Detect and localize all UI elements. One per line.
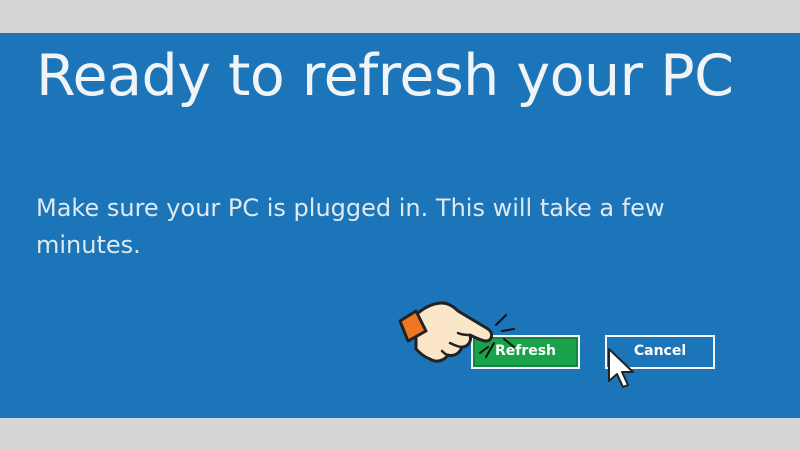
pointing-hand-icon	[398, 301, 515, 363]
mouse-pointer-icon	[608, 348, 634, 388]
refresh-pc-dialog: Ready to refresh your PC Make sure your …	[0, 33, 800, 418]
cancel-button-label: Cancel	[633, 343, 687, 359]
dialog-title: Ready to refresh your PC	[36, 43, 734, 109]
dialog-message: Make sure your PC is plugged in. This wi…	[36, 194, 665, 259]
screenshot-frame: Ready to refresh your PC Make sure your …	[0, 0, 800, 450]
